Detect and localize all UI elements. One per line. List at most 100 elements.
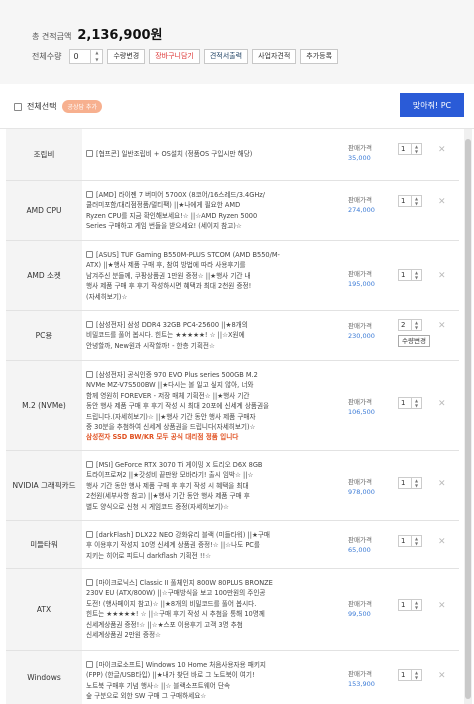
- row-checkbox[interactable]: [86, 191, 93, 198]
- add-register-button[interactable]: 추가등록: [300, 49, 339, 64]
- select-all[interactable]: 전체선택 공상담 추가: [14, 100, 102, 113]
- qty-input[interactable]: 1: [398, 535, 412, 547]
- row-qty[interactable]: 1 ▲ ▼: [398, 397, 422, 409]
- row-checkbox[interactable]: [86, 579, 93, 586]
- caret-down-icon[interactable]: ▼: [412, 605, 421, 610]
- caret-down-icon[interactable]: ▼: [412, 541, 421, 546]
- close-icon[interactable]: ✕: [438, 601, 446, 611]
- row-checkbox[interactable]: [86, 371, 93, 378]
- change-qty-button[interactable]: 수량변경: [398, 335, 430, 347]
- caret-down-icon[interactable]: ▼: [412, 483, 421, 488]
- price-value: 35,000: [348, 154, 371, 162]
- qty-stepper[interactable]: ▲ ▼: [412, 195, 422, 207]
- table-row: 조립비 [협프콘] 일반조립비 + OS설치 (정품OS 구입시만 해당) 판매…: [6, 129, 459, 181]
- row-qty[interactable]: 2 ▲ ▼: [398, 319, 422, 331]
- price-label: 판매가격: [348, 478, 372, 486]
- product-line: 후 이용후기 작성지 10명 신세계 상품권 증정!☆ ||☆나도 PC를: [86, 541, 260, 550]
- product-line[interactable]: [darkFlash] DLX22 NEO 강화유리 블랙 (미들타워) ||★…: [96, 531, 270, 539]
- select-all-checkbox[interactable]: [14, 102, 22, 111]
- close-icon[interactable]: ✕: [438, 321, 446, 331]
- caret-down-icon[interactable]: ▼: [412, 201, 421, 206]
- product-line: 숲 구분으로 외한 SW 구매 그 구매하세요☆: [86, 692, 207, 701]
- scrollbar[interactable]: [464, 129, 472, 704]
- qty-stepper[interactable]: ▲ ▼: [412, 269, 422, 281]
- row-product: [MSI] GeForce RTX 3070 Ti 게이밍 X 트리오 D6X …: [86, 460, 344, 512]
- product-line[interactable]: [MSI] GeForce RTX 3070 Ti 게이밍 X 트리오 D6X …: [96, 461, 262, 469]
- total-row: 총 견적금액 2,136,900원: [32, 24, 163, 43]
- qty-input[interactable]: 2: [398, 319, 412, 331]
- product-line[interactable]: [AMD] 라이젠 7 버미어 5700X (8코어/16스레드/3.4GHz/: [96, 191, 265, 199]
- change-qty-button[interactable]: 수량변경: [107, 49, 146, 64]
- qty-input[interactable]: 1: [398, 195, 412, 207]
- product-line[interactable]: [ASUS] TUF Gaming B550M-PLUS STCOM (AMD …: [96, 251, 280, 259]
- qty-stepper[interactable]: ▲ ▼: [412, 599, 422, 611]
- custom-pc-button[interactable]: 맞아줘! PC: [400, 93, 464, 117]
- row-qty[interactable]: 1 ▲ ▼: [398, 269, 422, 281]
- row-checkbox[interactable]: [86, 531, 93, 538]
- price-value: 153,900: [348, 680, 375, 688]
- row-checkbox[interactable]: [86, 461, 93, 468]
- price-label: 판매가격: [348, 670, 372, 678]
- qty-stepper[interactable]: ▲ ▼: [412, 397, 422, 409]
- row-qty[interactable]: 1 ▲ ▼: [398, 195, 422, 207]
- price-label: 판매가격: [348, 322, 372, 330]
- close-icon[interactable]: ✕: [438, 271, 446, 281]
- product-line[interactable]: [마이크로닉스] Classic II 풀체인지 800W 80PLUS BRO…: [96, 579, 273, 587]
- qty-stepper[interactable]: ▲ ▼: [412, 535, 422, 547]
- row-price: 판매가격 106,500: [348, 397, 394, 417]
- qty-input[interactable]: 1: [398, 669, 412, 681]
- row-qty[interactable]: 1 ▲ ▼: [398, 535, 422, 547]
- row-category: PC용: [6, 311, 82, 360]
- caret-down-icon[interactable]: ▼: [412, 675, 421, 680]
- close-icon[interactable]: ✕: [438, 399, 446, 409]
- print-estimate-button[interactable]: 견적서출력: [203, 49, 249, 64]
- product-line[interactable]: [마이크로소프트] Windows 10 Home 처음사용자용 패키지: [96, 661, 266, 669]
- row-price: 판매가격 274,000: [348, 195, 394, 215]
- caret-down-icon[interactable]: ▼: [91, 57, 102, 64]
- caret-down-icon[interactable]: ▼: [412, 325, 421, 330]
- qty-input[interactable]: 1: [398, 143, 412, 155]
- add-to-cart-button[interactable]: 장바구니담기: [149, 49, 200, 64]
- close-icon[interactable]: ✕: [438, 197, 446, 207]
- qty-stepper[interactable]: ▲ ▼: [412, 143, 422, 155]
- qty-stepper[interactable]: ▲ ▼: [412, 477, 422, 489]
- qty-stepper[interactable]: ▲ ▼: [412, 319, 422, 331]
- scroll-thumb[interactable]: [465, 139, 471, 699]
- total-qty-input[interactable]: 0: [69, 49, 92, 64]
- total-qty-stepper[interactable]: ▲ ▼: [91, 49, 104, 64]
- close-icon[interactable]: ✕: [438, 479, 446, 489]
- product-line: 함께 영원히 FOREVER - 저장 매체 기획전☆ ||★행사 기간: [86, 391, 250, 400]
- product-line: 2천원(세부사항 참고) ||★행사 기간 동안 행사 제품 구매 후: [86, 492, 250, 501]
- product-line: 안녕할까, New원과 시작할까! - 한층 기획전☆: [86, 341, 215, 350]
- estimate-summary: 총 견적금액 2,136,900원 전체수량 0 ▲ ▼ 수량변경 장바구니담기 …: [0, 0, 474, 84]
- close-icon[interactable]: ✕: [438, 671, 446, 681]
- row-qty[interactable]: 1 ▲ ▼: [398, 599, 422, 611]
- row-checkbox[interactable]: [86, 661, 93, 668]
- close-icon[interactable]: ✕: [438, 145, 446, 155]
- business-estimate-button[interactable]: 사업자견적: [252, 49, 297, 64]
- price-label: 판매가격: [348, 144, 372, 152]
- price-label: 판매가격: [348, 536, 372, 544]
- consult-add-badge[interactable]: 공상담 추가: [62, 100, 102, 113]
- qty-input[interactable]: 1: [398, 269, 412, 281]
- row-qty[interactable]: 1 ▲ ▼: [398, 669, 422, 681]
- caret-down-icon[interactable]: ▼: [412, 275, 421, 280]
- qty-input[interactable]: 1: [398, 397, 412, 409]
- row-price: 판매가격 978,000: [348, 477, 394, 497]
- product-line[interactable]: [삼성전자] 삼성 DDR4 32GB PC4-25600 ||★8개의: [96, 321, 248, 329]
- product-line[interactable]: [삼성전자] 공식인증 970 EVO Plus series 500GB M.…: [96, 371, 258, 379]
- caret-down-icon[interactable]: ▼: [412, 403, 421, 408]
- qty-input[interactable]: 1: [398, 477, 412, 489]
- close-icon[interactable]: ✕: [438, 537, 446, 547]
- row-checkbox[interactable]: [86, 251, 93, 258]
- qty-input[interactable]: 1: [398, 599, 412, 611]
- row-qty[interactable]: 1 ▲ ▼: [398, 477, 422, 489]
- row-checkbox[interactable]: [86, 150, 93, 157]
- row-qty[interactable]: 1 ▲ ▼: [398, 143, 422, 155]
- caret-down-icon[interactable]: ▼: [412, 149, 421, 154]
- product-line[interactable]: [협프콘] 일반조립비 + OS설치 (정품OS 구입시만 해당): [96, 150, 252, 158]
- product-line: Series 구매하고 게임 번들을 받으세요! (세이지 참고)☆: [86, 222, 242, 231]
- row-checkbox[interactable]: [86, 321, 93, 328]
- qty-stepper[interactable]: ▲ ▼: [412, 669, 422, 681]
- price-label: 판매가격: [348, 270, 372, 278]
